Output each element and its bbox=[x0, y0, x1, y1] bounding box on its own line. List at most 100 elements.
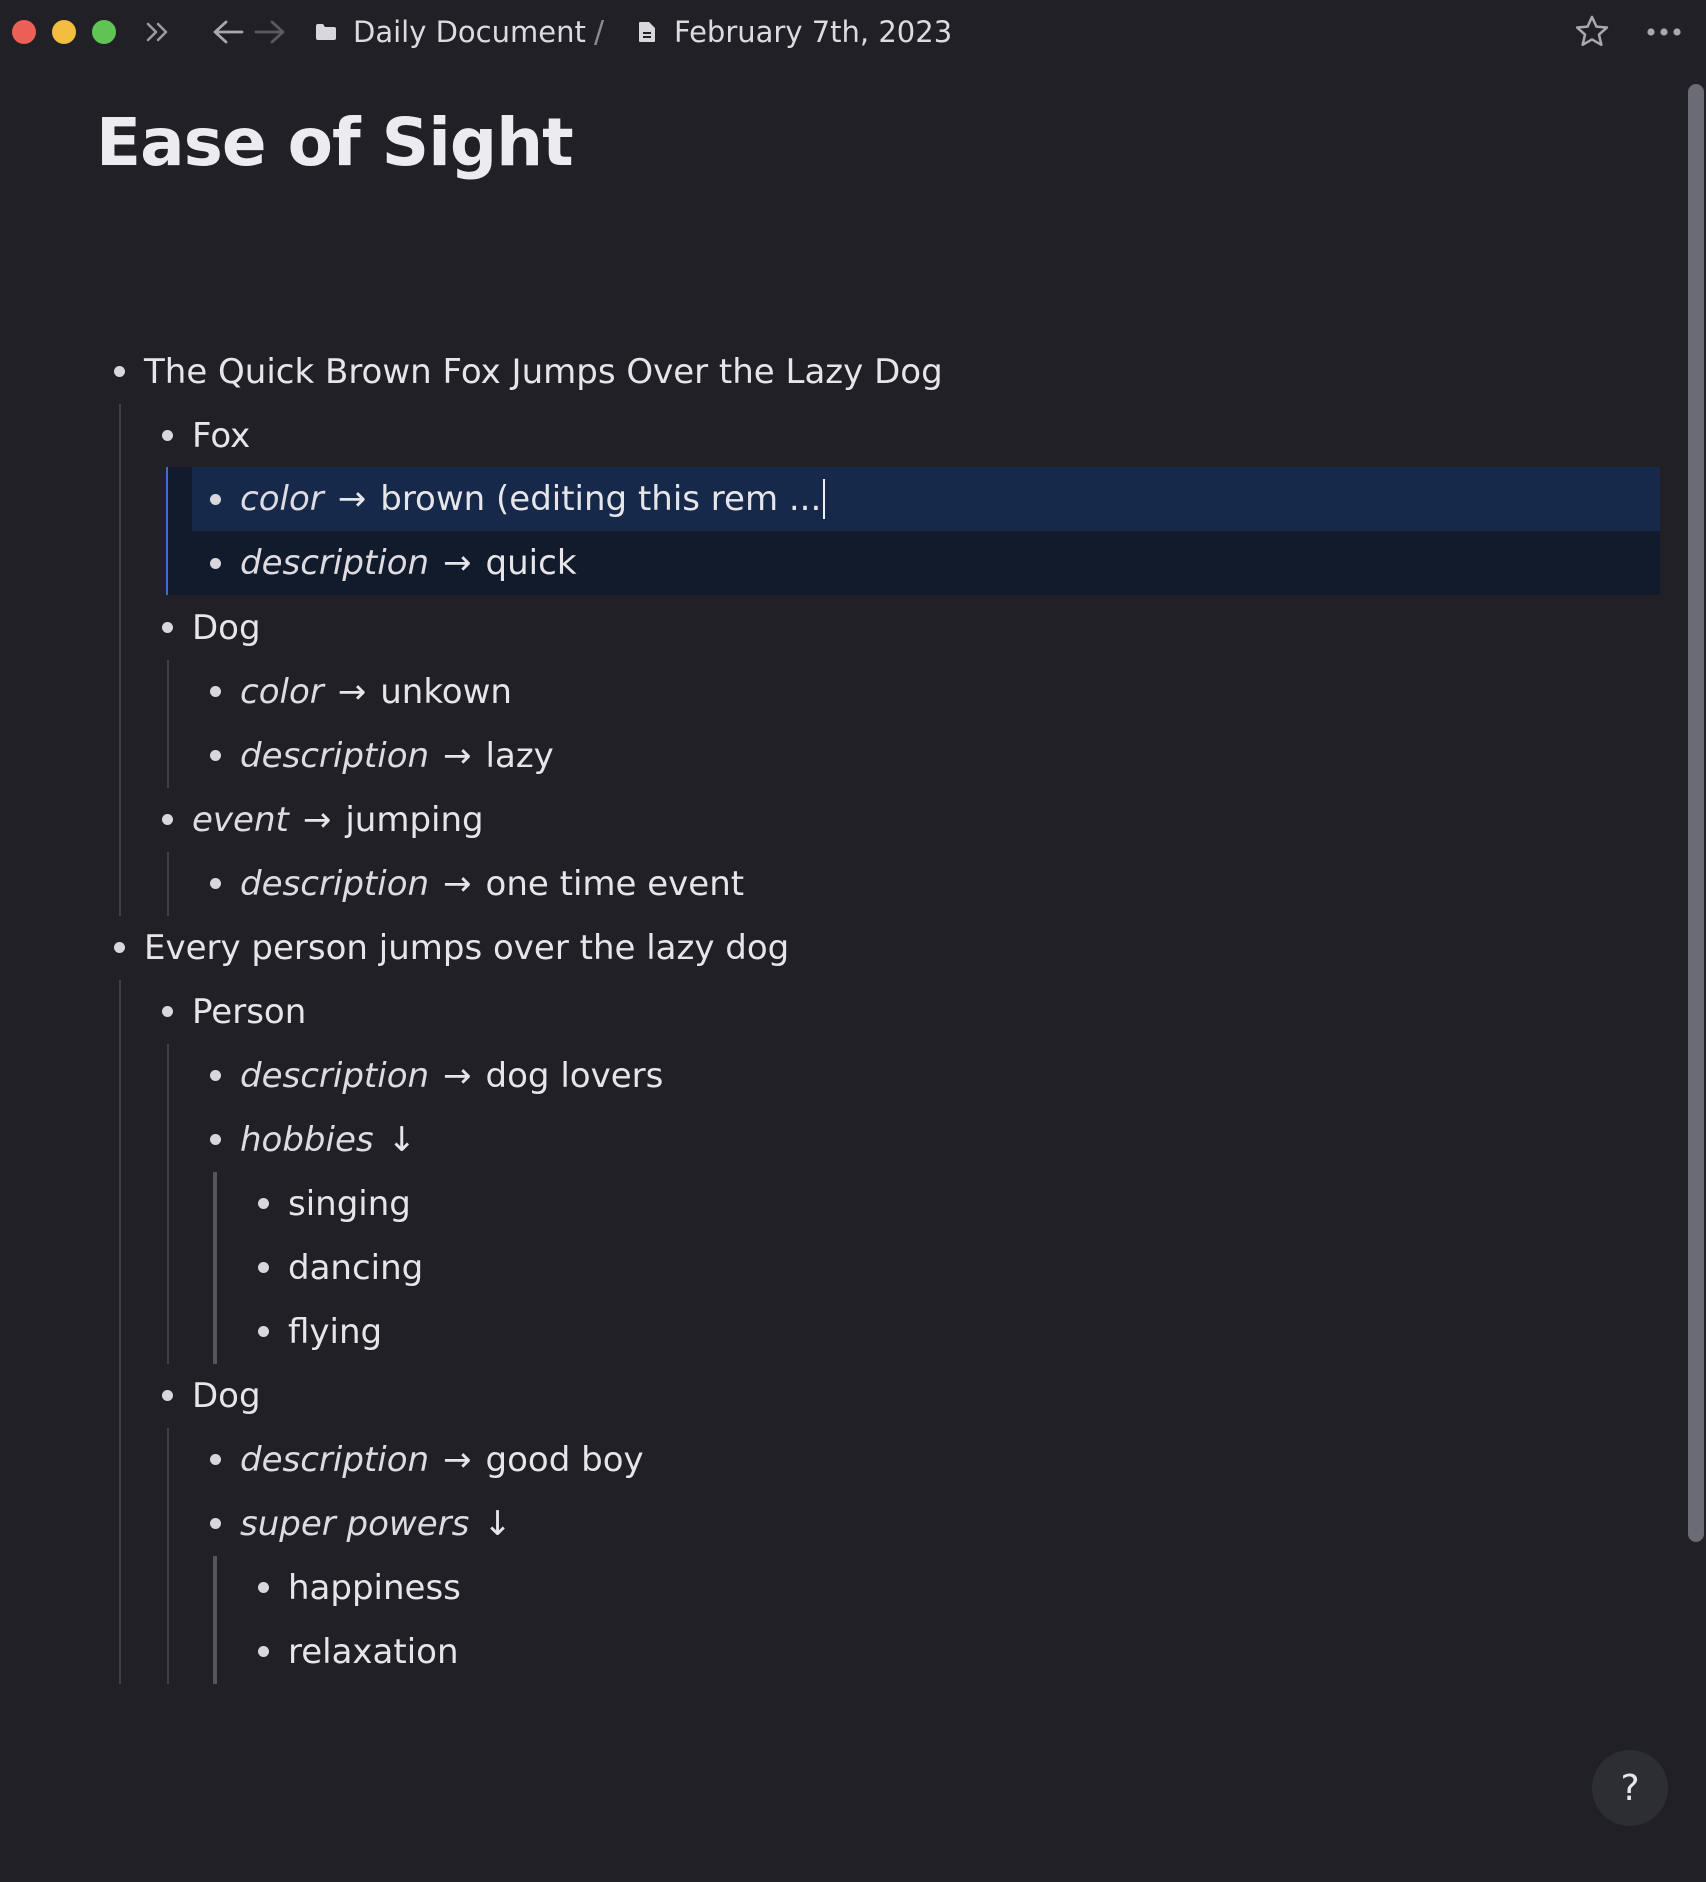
arrow-icon: → bbox=[337, 672, 367, 712]
list-item[interactable]: relaxation bbox=[288, 1620, 459, 1684]
list-item[interactable]: description → lazy bbox=[240, 724, 554, 788]
list-item[interactable]: Dog bbox=[192, 596, 261, 660]
item-text: Dog bbox=[192, 1376, 261, 1416]
forward-arrow-icon[interactable] bbox=[252, 14, 288, 50]
breadcrumb-separator: / bbox=[594, 14, 605, 50]
item-text: Every person jumps over the lazy dog bbox=[144, 928, 790, 968]
down-arrow-icon: ↓ bbox=[387, 1120, 417, 1160]
back-arrow-icon[interactable] bbox=[210, 14, 246, 50]
bullet-icon[interactable] bbox=[258, 1326, 269, 1337]
item-text: relaxation bbox=[288, 1632, 459, 1672]
bullet-icon[interactable] bbox=[210, 558, 221, 569]
bullet-icon[interactable] bbox=[210, 686, 221, 697]
indent-guide bbox=[119, 980, 121, 1684]
list-item[interactable]: happiness bbox=[288, 1556, 461, 1620]
arrow-icon: → bbox=[337, 479, 367, 519]
bullet-icon[interactable] bbox=[210, 1518, 221, 1529]
property-value: dog lovers bbox=[485, 1056, 664, 1096]
page-title[interactable]: Ease of Sight bbox=[96, 104, 574, 181]
bullet-icon[interactable] bbox=[162, 1006, 173, 1017]
bullet-icon[interactable] bbox=[114, 366, 125, 377]
minimize-window-button[interactable] bbox=[52, 20, 76, 44]
bullet-icon[interactable] bbox=[258, 1646, 269, 1657]
property-key: super powers bbox=[240, 1504, 470, 1544]
bullet-icon[interactable] bbox=[258, 1198, 269, 1209]
indent-guide bbox=[213, 1556, 217, 1684]
list-item[interactable]: color → unkown bbox=[240, 660, 512, 724]
scrollbar-thumb[interactable] bbox=[1688, 84, 1704, 1542]
indent-guide bbox=[167, 1044, 169, 1364]
list-item[interactable]: event → jumping bbox=[192, 788, 484, 852]
property-key: description bbox=[240, 736, 430, 776]
folder-icon bbox=[314, 14, 338, 50]
list-item[interactable]: description → dog lovers bbox=[240, 1044, 663, 1108]
list-item[interactable]: super powers ↓ bbox=[240, 1492, 526, 1556]
arrow-icon: → bbox=[443, 1056, 472, 1096]
list-item[interactable]: singing bbox=[288, 1172, 411, 1236]
item-text: The Quick Brown Fox Jumps Over the Lazy … bbox=[144, 352, 943, 392]
bullet-icon[interactable] bbox=[258, 1582, 269, 1593]
bullet-icon[interactable] bbox=[210, 1454, 221, 1465]
bullet-icon[interactable] bbox=[162, 814, 173, 825]
more-icon[interactable] bbox=[1644, 14, 1684, 50]
breadcrumb-document[interactable]: February 7th, 2023 bbox=[674, 12, 952, 52]
property-value: jumping bbox=[345, 800, 484, 840]
help-label: ? bbox=[1620, 1767, 1640, 1809]
list-item[interactable]: Person bbox=[192, 980, 306, 1044]
list-item[interactable]: hobbies ↓ bbox=[240, 1108, 430, 1172]
document-icon bbox=[636, 14, 658, 50]
bullet-icon[interactable] bbox=[258, 1262, 269, 1273]
property-value: unkown bbox=[380, 672, 512, 712]
help-button[interactable]: ? bbox=[1592, 1750, 1668, 1826]
property-key: description bbox=[240, 1056, 430, 1096]
indent-guide bbox=[167, 852, 169, 916]
indent-guide bbox=[167, 660, 169, 788]
star-icon[interactable] bbox=[1572, 14, 1612, 50]
list-item[interactable]: Dog bbox=[192, 1364, 261, 1428]
bullet-icon[interactable] bbox=[210, 494, 221, 505]
property-value: good boy bbox=[485, 1440, 644, 1480]
item-text: Person bbox=[192, 992, 307, 1032]
bullet-icon[interactable] bbox=[210, 1134, 221, 1145]
bullet-icon[interactable] bbox=[162, 430, 173, 441]
list-item[interactable]: description → quick bbox=[240, 531, 577, 595]
property-value: quick bbox=[485, 543, 577, 583]
bullet-icon[interactable] bbox=[210, 1070, 221, 1081]
list-item[interactable]: Fox bbox=[192, 404, 250, 468]
item-text: happiness bbox=[288, 1568, 461, 1608]
property-key: color bbox=[240, 479, 324, 519]
sidebar-toggle-icon[interactable] bbox=[142, 14, 174, 50]
arrow-icon: → bbox=[443, 736, 472, 776]
list-item[interactable]: description → good boy bbox=[240, 1428, 644, 1492]
property-value[interactable]: brown (editing this rem ... bbox=[380, 479, 821, 519]
item-text: flying bbox=[288, 1312, 383, 1352]
list-item[interactable]: description → one time event bbox=[240, 852, 744, 916]
list-item[interactable]: dancing bbox=[288, 1236, 423, 1300]
item-text: Dog bbox=[192, 608, 261, 648]
title-bar: Daily Document / February 7th, 2023 bbox=[0, 0, 1706, 64]
close-window-button[interactable] bbox=[12, 20, 36, 44]
zoom-window-button[interactable] bbox=[92, 20, 116, 44]
property-key: color bbox=[240, 672, 324, 712]
down-arrow-icon: ↓ bbox=[483, 1504, 512, 1544]
bullet-icon[interactable] bbox=[162, 622, 173, 633]
property-key: hobbies bbox=[240, 1120, 374, 1160]
text-caret bbox=[823, 479, 826, 519]
item-text: dancing bbox=[288, 1248, 424, 1288]
breadcrumb-folder[interactable]: Daily Document bbox=[353, 12, 586, 52]
property-value: one time event bbox=[485, 864, 745, 904]
bullet-icon[interactable] bbox=[210, 878, 221, 889]
indent-guide bbox=[119, 404, 121, 916]
arrow-icon: → bbox=[302, 800, 332, 840]
list-item[interactable]: The Quick Brown Fox Jumps Over the Lazy … bbox=[144, 340, 943, 404]
list-item[interactable]: Every person jumps over the lazy dog bbox=[144, 916, 789, 980]
bullet-icon[interactable] bbox=[114, 942, 125, 953]
selection-indicator bbox=[166, 467, 168, 595]
list-item-editing[interactable]: color → brown (editing this rem ... bbox=[240, 467, 826, 531]
bullet-icon[interactable] bbox=[210, 750, 221, 761]
list-item[interactable]: flying bbox=[288, 1300, 382, 1364]
item-text: Fox bbox=[192, 416, 251, 456]
property-value: lazy bbox=[485, 736, 554, 776]
property-key: description bbox=[240, 1440, 430, 1480]
bullet-icon[interactable] bbox=[162, 1390, 173, 1401]
